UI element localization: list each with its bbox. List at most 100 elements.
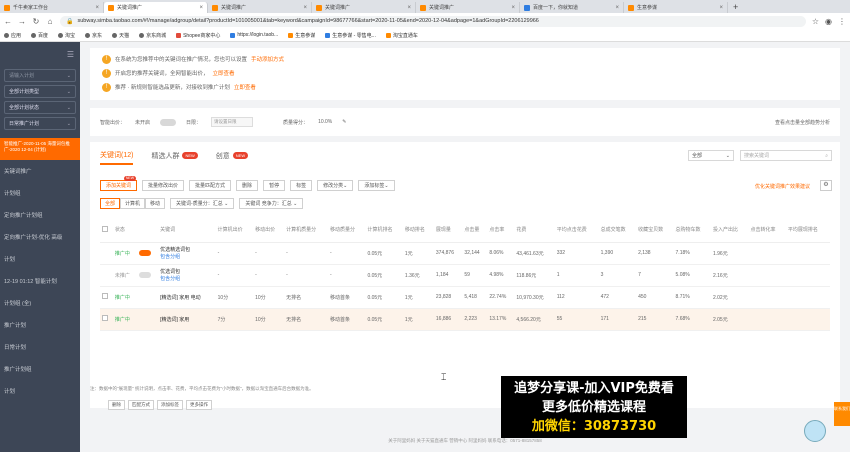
action-button[interactable]: 批量匹配方式 <box>189 180 232 191</box>
new-tab-icon[interactable]: + <box>728 2 743 13</box>
account-icon[interactable]: ◉ <box>825 17 832 26</box>
column-header[interactable]: 平均点击花费 <box>554 218 599 243</box>
notice-link[interactable]: 立即查看 <box>213 69 235 77</box>
subtab[interactable]: 创意 NEW <box>216 151 249 164</box>
action-button[interactable]: 添加标签 ⌄ <box>358 180 395 191</box>
row-checkbox[interactable] <box>102 293 108 299</box>
optimize-link[interactable]: 优化关键词推广效果建议 <box>755 183 810 190</box>
table-row[interactable]: 推广中 [精选词] 家用 7分 10分 无排名 移动首条 0.05元 1元 16,886 2,22… <box>100 308 830 331</box>
keyword-sub-link[interactable]: 包含分组 <box>160 275 214 282</box>
column-header[interactable] <box>100 218 113 243</box>
bookmark-item[interactable]: 生意参谋 <box>288 32 315 39</box>
column-header[interactable]: 平均展现排名 <box>785 218 830 243</box>
edit-icon[interactable]: ✎ <box>342 119 346 125</box>
smart-bid-toggle[interactable] <box>160 118 177 126</box>
keyword-name[interactable]: [精选词] 家用 电动 <box>160 295 201 301</box>
column-header[interactable]: 点击率 <box>487 218 515 243</box>
search-icon[interactable]: ⌕ <box>825 153 828 159</box>
contact-float-button[interactable]: 联系我们 <box>834 402 850 426</box>
select-all-checkbox[interactable] <box>102 225 108 232</box>
bookmark-item[interactable]: 应用 <box>4 32 21 39</box>
table-row[interactable]: 未推广 优选词包 包含分组 - - - -0.05元 1.36元 1,184 59 4.98% 118… <box>100 264 830 287</box>
forward-icon[interactable]: → <box>18 17 26 26</box>
column-header[interactable]: 移动排名 <box>402 218 434 243</box>
settings-icon[interactable]: ⚙ <box>820 180 832 191</box>
bookmark-item[interactable]: 生意参谋 - 零售电... <box>325 32 376 39</box>
browser-tab[interactable]: 关键词推广 × <box>312 2 416 13</box>
sidebar-item[interactable]: 计划 <box>0 248 80 270</box>
close-icon[interactable]: × <box>719 5 723 11</box>
row-checkbox[interactable] <box>102 315 108 321</box>
column-header[interactable]: 计算机出价 <box>215 218 254 243</box>
close-icon[interactable]: × <box>199 5 203 11</box>
sidebar-item[interactable]: 关键词推广 <box>0 160 80 182</box>
keyword-sub-link[interactable]: 包含分组 <box>160 253 214 260</box>
column-header[interactable]: 总购物车数 <box>673 218 711 243</box>
trend-link[interactable]: 查看点击量全部趋势分析 <box>775 119 830 126</box>
sidebar-item[interactable]: 日常计划 <box>0 336 80 358</box>
sidebar-item[interactable]: 定向推广计划-优化 高级 <box>0 226 80 248</box>
keyword-name[interactable]: [精选词] 家用 <box>160 317 189 323</box>
bookmark-item[interactable]: 淘宝直通车 <box>385 32 418 39</box>
back-icon[interactable]: ← <box>4 17 12 26</box>
bulk-action-button[interactable]: 添加标签 <box>157 400 183 410</box>
action-button[interactable]: 删除 <box>236 180 259 191</box>
sidebar-item[interactable]: 12-19 01:12 智能计划 <box>0 270 80 292</box>
close-icon[interactable]: × <box>511 5 515 11</box>
browser-tab[interactable]: 生意参谋 × <box>624 2 728 13</box>
reload-icon[interactable]: ↻ <box>32 17 40 26</box>
column-header[interactable]: 关键词 <box>158 218 216 243</box>
action-button[interactable]: 暂停 <box>263 180 286 191</box>
device-toggle[interactable]: 移动 <box>145 198 166 209</box>
daily-limit-input[interactable]: 请设置日限 <box>211 117 254 127</box>
sidebar-filter-select[interactable]: 全部计划状态 ⌄ <box>4 101 76 114</box>
column-header[interactable]: 移动质量分 <box>328 218 366 243</box>
bulk-action-button[interactable]: 匹配方式 <box>128 400 154 410</box>
action-button[interactable]: 标签 <box>290 180 313 191</box>
qs-dropdown[interactable]: 关键词-质量分：汇总 ⌄ <box>170 198 235 209</box>
sidebar-active-item[interactable]: 智能推广-2020-11-05 海量词包推广-2020 12-04 (计划) <box>0 138 80 160</box>
browser-tab[interactable]: 千牛卖家工作台 × <box>0 2 104 13</box>
mascot-icon[interactable] <box>804 420 826 442</box>
sidebar-item[interactable]: 计划组 <box>0 182 80 204</box>
sidebar-item[interactable]: 定向推广计划组 <box>0 204 80 226</box>
column-header[interactable]: 点击转化率 <box>748 218 786 243</box>
star-icon[interactable]: ☆ <box>812 17 819 26</box>
bookmark-item[interactable]: 淘宝 <box>58 32 75 39</box>
bookmark-item[interactable]: Shopee商家中心 <box>176 32 220 39</box>
action-button[interactable]: 修改分类 ⌄ <box>317 180 354 191</box>
bookmark-item[interactable]: 百度 <box>31 32 48 39</box>
device-toggle[interactable]: 计算机 <box>120 198 146 209</box>
menu-icon[interactable]: ⋮ <box>838 17 846 26</box>
column-header[interactable]: 移动出价 <box>253 218 285 243</box>
bulk-action-button[interactable]: 更多操作 <box>186 400 212 410</box>
device-toggle[interactable]: 全部 <box>100 198 121 209</box>
sidebar-item[interactable]: 计划 <box>0 380 80 402</box>
column-header[interactable]: 点击量 <box>462 218 488 243</box>
column-header[interactable]: 花费 <box>514 218 555 243</box>
competition-dropdown[interactable]: 关键词 竞争力：汇总 ⌄ <box>239 198 304 209</box>
column-header[interactable]: 总成交笔数 <box>598 218 637 243</box>
browser-tab[interactable]: 关键词推广 × <box>104 2 208 13</box>
column-header[interactable] <box>137 218 159 243</box>
row-switch[interactable] <box>139 271 152 278</box>
hamburger-icon[interactable]: ☰ <box>67 50 74 59</box>
table-row[interactable]: 推广中 [精选词] 家用 电动 10分 10分 无排名 移动首条 0.05元 1元 23,828… <box>100 286 830 309</box>
column-header[interactable]: 收藏宝贝数 <box>636 218 674 243</box>
close-icon[interactable]: × <box>407 5 411 11</box>
table-row[interactable]: 推广中 优选精选词包 包含分组 - - - -0.05元 1元 374,876 32,144 8.0… <box>100 242 830 265</box>
url-field[interactable]: 🔒 subway.simba.taobao.com/#!/manage/adgr… <box>60 15 806 27</box>
browser-tab[interactable]: 关键词推广 × <box>416 2 520 13</box>
column-header[interactable]: 展现量 <box>433 218 463 243</box>
sidebar-filter-select[interactable]: 日常推广计划 ⌄ <box>4 117 76 130</box>
sidebar-filter-select[interactable]: 全部计划类型 ⌄ <box>4 85 76 98</box>
filter-select[interactable]: 全部 ⌄ <box>688 150 734 161</box>
close-icon[interactable]: × <box>615 5 619 11</box>
sidebar-item[interactable]: 推广计划 <box>0 314 80 336</box>
bookmark-item[interactable]: https://login.taob... <box>230 32 278 38</box>
subtab[interactable]: 关键词(12) <box>100 150 134 165</box>
row-switch[interactable] <box>139 249 152 256</box>
close-icon[interactable]: × <box>95 5 99 11</box>
bulk-action-button[interactable]: 删除 <box>108 400 125 410</box>
home-icon[interactable]: ⌂ <box>46 17 54 26</box>
